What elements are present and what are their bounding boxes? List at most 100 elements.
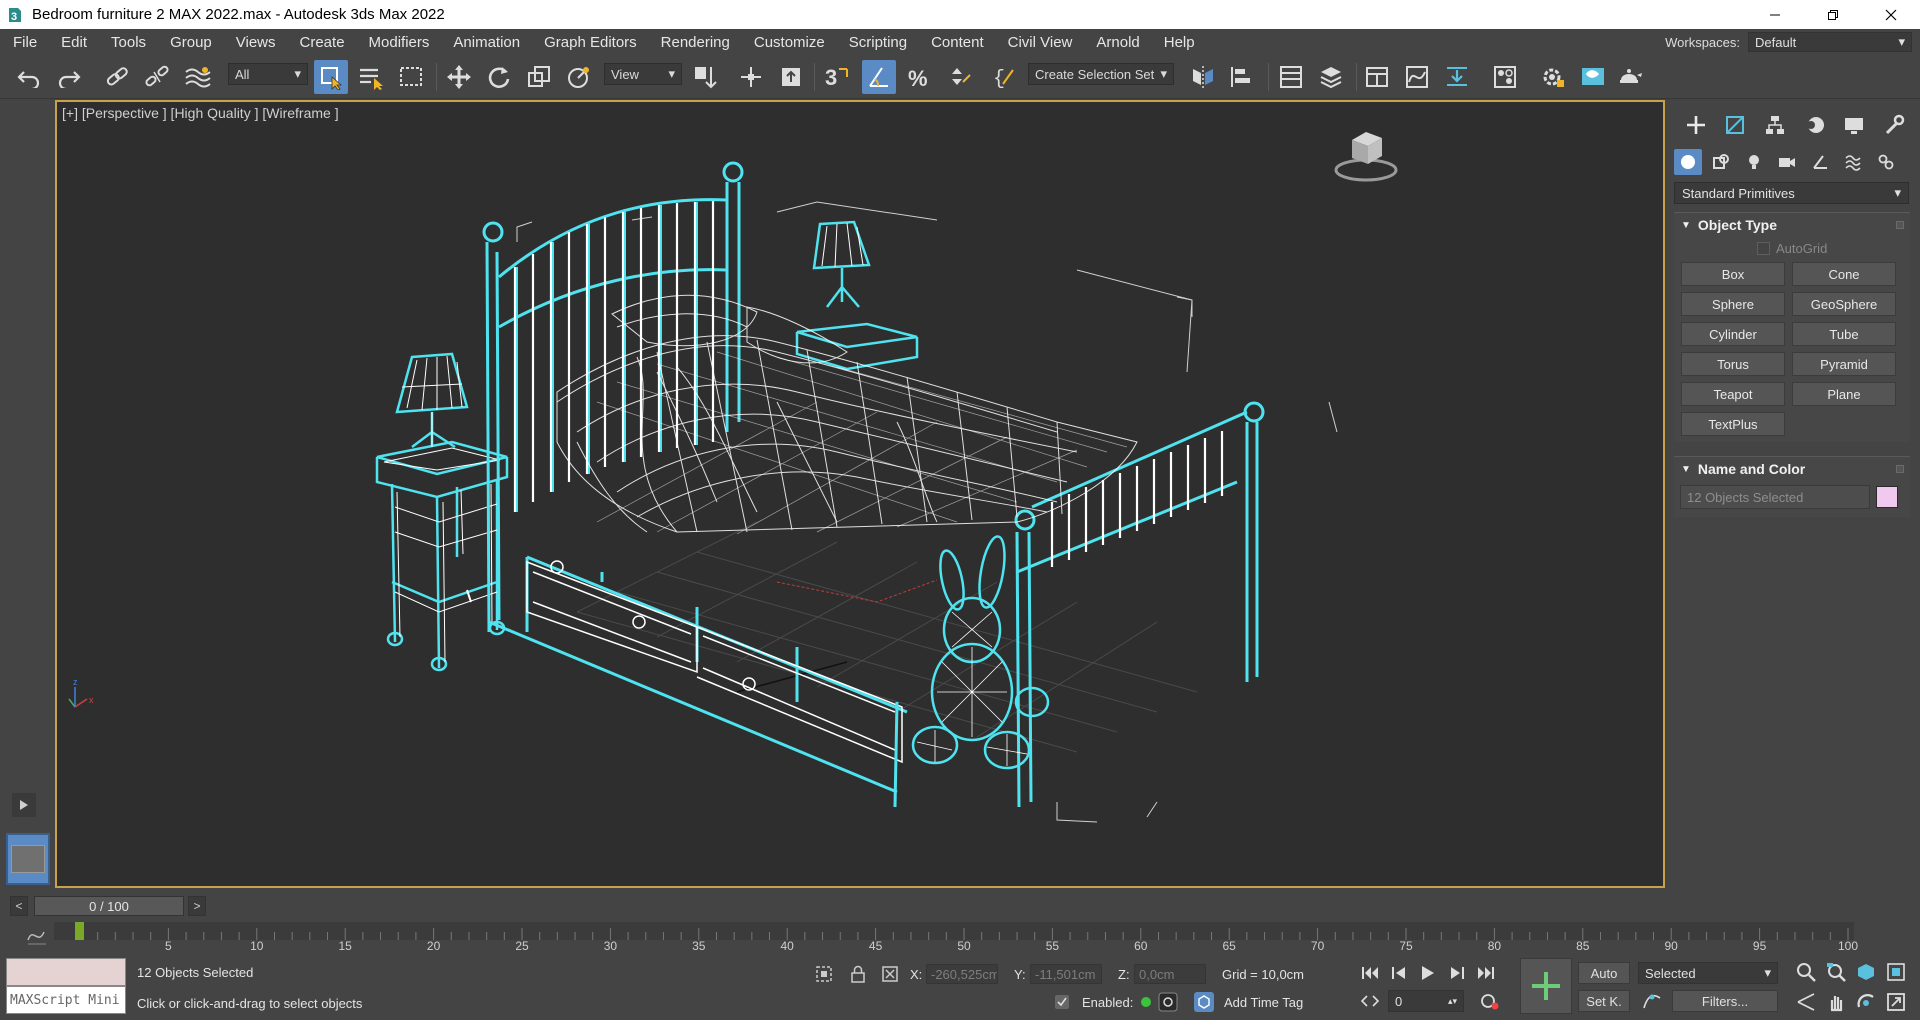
key-filter-selection-dropdown[interactable]: Selected ▾ [1638,962,1778,984]
object-name-field[interactable]: 12 Objects Selected [1680,485,1870,509]
select-object-button[interactable] [314,60,348,94]
menu-edit[interactable]: Edit [49,34,99,51]
key-filters-button[interactable]: Filters... [1672,990,1778,1012]
zoom-extents-icon[interactable] [1854,960,1878,984]
select-and-move-icon[interactable] [442,60,476,94]
select-and-rotate-icon[interactable] [482,60,516,94]
zoom-extents-all-icon[interactable] [1884,960,1908,984]
torus-button[interactable]: Torus [1681,352,1785,376]
key-mode-toggle-icon[interactable] [1358,990,1382,1012]
sphere-button[interactable]: Sphere [1681,292,1785,316]
use-pivot-center-icon[interactable] [688,60,722,94]
isolate-selection-icon[interactable] [812,962,836,986]
expand-viewport-layouts-icon[interactable] [12,793,36,817]
workspace-dropdown[interactable]: Default ▾ [1748,32,1912,52]
cone-button[interactable]: Cone [1792,262,1896,286]
time-tag-icon[interactable] [1192,990,1216,1014]
menu-rendering[interactable]: Rendering [649,34,742,51]
rectangular-selection-region-icon[interactable] [394,60,428,94]
material-editor-icon[interactable] [1488,60,1522,94]
hierarchy-tab-icon[interactable] [1758,111,1792,139]
display-tab-icon[interactable] [1837,111,1871,139]
percent-snap-toggle-icon[interactable]: % [902,60,936,94]
modify-tab-icon[interactable] [1718,111,1752,139]
menu-customize[interactable]: Customize [742,34,837,51]
select-and-place-icon[interactable] [562,60,596,94]
track-bar[interactable]: 5 10 15 20 25 30 35 40 45 50 55 60 65 70 75 80 85 90 95 100 [0,920,1920,953]
selection-lock-toggle-icon[interactable] [1156,990,1180,1014]
maxscript-input[interactable]: MAXScript Mini [6,986,126,1014]
time-slider-next-button[interactable]: > [188,896,206,916]
create-selection-set-dropdown[interactable]: Create Selection Set ▾ [1028,63,1174,85]
bind-space-warp-icon[interactable] [180,60,214,94]
scene-explorer-icon[interactable] [1274,60,1308,94]
undo-icon[interactable] [12,60,46,94]
schematic-view-icon[interactable] [1440,60,1474,94]
set-keys-button[interactable] [1520,958,1572,1014]
shapes-icon[interactable] [1707,149,1735,175]
current-frame-spinner[interactable]: 0 ▴▾ [1388,990,1464,1012]
orbit-icon[interactable] [1854,990,1878,1014]
rendered-frame-window-icon[interactable] [1576,60,1610,94]
maxscript-output[interactable] [6,958,126,986]
cameras-icon[interactable] [1773,149,1801,175]
layer-explorer-icon[interactable] [1314,60,1348,94]
toggle-ribbon-icon[interactable] [1360,60,1394,94]
menu-views[interactable]: Views [224,34,288,51]
align-icon[interactable] [1224,60,1258,94]
box-button[interactable]: Box [1681,262,1785,286]
autogrid-checkbox-row[interactable]: AutoGrid [1757,241,1910,256]
reference-coordinate-dropdown[interactable]: View ▾ [604,63,682,85]
viewport-layout-thumbnail[interactable] [6,833,50,885]
go-to-start-icon[interactable] [1358,962,1382,984]
object-type-header[interactable]: ▼ Object Type [1674,213,1910,237]
select-and-scale-icon[interactable] [522,60,556,94]
menu-group[interactable]: Group [158,34,224,51]
primitive-category-dropdown[interactable]: Standard Primitives ▾ [1674,182,1909,204]
render-production-icon[interactable] [1614,60,1648,94]
menu-tools[interactable]: Tools [99,34,158,51]
tube-button[interactable]: Tube [1792,322,1896,346]
menu-modifiers[interactable]: Modifiers [357,34,442,51]
menu-arnold[interactable]: Arnold [1084,34,1151,51]
create-tab-icon[interactable] [1679,111,1713,139]
menu-scripting[interactable]: Scripting [837,34,919,51]
spinner-snap-toggle-icon[interactable] [942,60,976,94]
menu-content[interactable]: Content [919,34,996,51]
x-coordinate-field[interactable]: -260,525cm [926,964,998,984]
space-warps-icon[interactable] [1839,149,1867,175]
previous-frame-icon[interactable] [1388,962,1412,984]
zoom-icon[interactable] [1794,960,1818,984]
helpers-icon[interactable] [1806,149,1834,175]
maximize-viewport-icon[interactable] [1884,990,1908,1014]
menu-civil-view[interactable]: Civil View [996,34,1085,51]
pan-view-icon[interactable] [1824,990,1848,1014]
zoom-all-icon[interactable] [1824,960,1848,984]
minimize-icon[interactable] [1746,0,1804,29]
link-icon[interactable] [100,60,134,94]
viewport-label-menu[interactable]: [+] [Perspective ] [High Quality ] [Wire… [62,105,339,121]
keyboard-shortcut-override-icon[interactable] [774,60,808,94]
select-by-name-icon[interactable] [354,60,388,94]
lock-icon[interactable] [846,962,870,986]
render-setup-icon[interactable] [1536,60,1570,94]
textplus-button[interactable]: TextPlus [1681,412,1785,436]
z-coordinate-field[interactable]: 0,0cm [1134,964,1206,984]
restore-icon[interactable] [1804,0,1862,29]
time-configuration-icon[interactable] [1478,990,1502,1012]
cylinder-button[interactable]: Cylinder [1681,322,1785,346]
selection-filter-dropdown[interactable]: All ▾ [228,63,308,85]
curve-editor-icon[interactable] [1400,60,1434,94]
edit-named-selection-sets-icon[interactable]: { [988,60,1022,94]
mirror-icon[interactable] [1186,60,1220,94]
field-of-view-icon[interactable] [1794,990,1818,1014]
time-slider-prev-button[interactable]: < [10,896,28,916]
adaptive-degradation-icon[interactable] [1050,990,1074,1014]
lights-icon[interactable] [1740,149,1768,175]
go-to-end-icon[interactable] [1474,962,1498,984]
auto-key-button[interactable]: Auto [1578,962,1630,984]
plane-button[interactable]: Plane [1792,382,1896,406]
y-coordinate-field[interactable]: -11,501cm [1030,964,1102,984]
snaps-toggle-icon[interactable]: 3 [820,60,854,94]
utilities-tab-icon[interactable] [1877,111,1911,139]
